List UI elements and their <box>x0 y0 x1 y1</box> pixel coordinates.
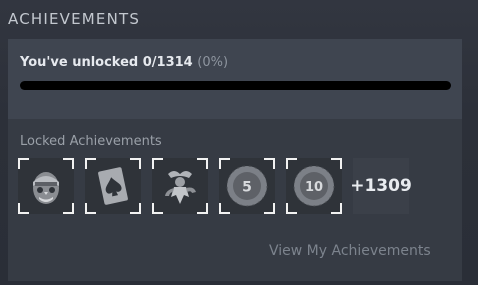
achievement-ring-10[interactable]: 10 <box>286 158 342 214</box>
unlock-percent: (0%) <box>197 55 229 70</box>
progress-box <box>8 39 462 119</box>
locked-achievements-label: Locked Achievements <box>20 134 162 149</box>
achievement-clown-mask[interactable] <box>18 158 74 214</box>
achievement-ace-of-spades[interactable] <box>85 158 141 214</box>
more-achievements-count[interactable]: +1309 <box>350 158 412 214</box>
section-title: ACHIEVEMENTS <box>8 10 141 28</box>
unlock-status: You've unlocked 0/1314 (0%) <box>20 55 228 70</box>
ring-5-icon: 5 <box>226 165 268 207</box>
jester-figure-icon <box>165 171 196 204</box>
progress-bar <box>20 81 451 90</box>
achievement-jester[interactable] <box>152 158 208 214</box>
view-my-achievements-link[interactable]: View My Achievements <box>269 243 431 259</box>
unlock-count-text: You've unlocked 0/1314 <box>20 55 193 70</box>
achievement-ring-5[interactable]: 5 <box>219 158 275 214</box>
ace-of-spades-card-icon <box>98 167 128 205</box>
ring-10-label: 10 <box>305 180 323 195</box>
ring-5-label: 5 <box>242 180 252 196</box>
clown-mask-icon <box>33 172 59 204</box>
ring-10-icon: 10 <box>293 165 335 207</box>
